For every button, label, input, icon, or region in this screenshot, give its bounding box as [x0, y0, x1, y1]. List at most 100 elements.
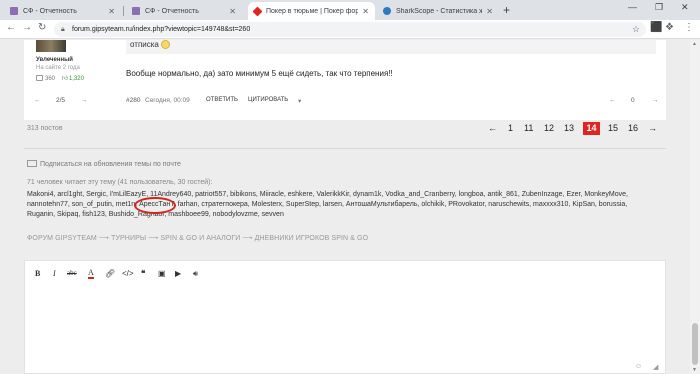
browser-window: СФ - Отчетность ✕ СФ - Отчетность ✕ Поке… [0, 0, 700, 374]
posts-icon [36, 75, 43, 82]
tab-1[interactable]: СФ - Отчетность ✕ [4, 2, 121, 20]
close-icon[interactable]: ✕ [108, 7, 115, 16]
page-indicator: 2/5 [56, 97, 66, 104]
subscribe-label: Подписаться на обновления темы по почте [40, 161, 181, 168]
browser-toolbar: ← → ↻ 🔒︎ forum.gipsyteam.ru/index.php?vi… [0, 20, 700, 39]
forward-icon[interactable]: → [22, 22, 32, 33]
quote-icon[interactable]: ❝ [141, 269, 145, 278]
bold-button[interactable]: B [35, 269, 40, 278]
scrollbar[interactable]: ▲ ▼ [690, 40, 700, 374]
menu-icon[interactable]: ⋮ [684, 22, 694, 33]
extension-icon[interactable]: ⬛ [650, 22, 662, 33]
close-icon[interactable]: ✕ [229, 7, 236, 16]
envelope-icon [27, 160, 37, 167]
subscribe-link[interactable]: Подписаться на обновления темы по почте [27, 160, 181, 168]
back-icon[interactable]: ← [6, 22, 16, 33]
next-post-icon[interactable]: → [81, 97, 88, 104]
close-window-icon[interactable]: ✕ [681, 2, 689, 13]
scroll-down-icon[interactable]: ▼ [692, 367, 697, 373]
pager-next-icon[interactable]: → [648, 123, 657, 133]
author-stats: 360 👍︎1,320 [36, 74, 84, 82]
tab-3-active[interactable]: Покер в тюрьме | Покер форум ✕ [248, 2, 375, 20]
pager-page[interactable]: 11 [524, 123, 533, 133]
emoji-icon[interactable]: ☺ [635, 363, 642, 370]
red-circle-annotation [134, 197, 176, 214]
page-content: Увлеченный На сайте 2 года 360 👍︎1,320 о… [0, 40, 690, 374]
prev-post-icon[interactable]: ← [34, 97, 41, 104]
tab-2[interactable]: СФ - Отчетность ✕ [126, 2, 242, 20]
breadcrumb-item[interactable]: ДНЕВНИКИ ИГРОКОВ SPIN & GO [255, 235, 369, 242]
pager-page[interactable]: 1 [508, 123, 513, 133]
users-line[interactable]: Makoni4, arcl1ght, Sergic, I'mLilEazyE, … [27, 190, 657, 200]
tab-title: СФ - Отчетность [145, 7, 199, 15]
strikethrough-button[interactable]: abc [67, 269, 77, 277]
minimize-icon[interactable]: — [628, 2, 637, 12]
star-icon[interactable]: ☆ [632, 22, 640, 37]
tab-title: СФ - Отчетность [23, 7, 77, 15]
breadcrumb-arrow-icon: ⟶ [98, 235, 112, 242]
scrollbar-thumb[interactable] [692, 323, 698, 365]
resize-icon[interactable]: ◢ [653, 363, 658, 371]
tab-strip: СФ - Отчетность ✕ СФ - Отчетность ✕ Поке… [0, 0, 700, 20]
post-actions-bar: ← 2/5 → #280 Сегодня, 00:09 ОТВЕТИТЬ ЦИТ… [24, 94, 666, 110]
tab-title: Покер в тюрьме | Покер форум [266, 7, 359, 15]
maximize-icon[interactable]: ❐ [655, 2, 663, 13]
tab-favicon-icon [252, 6, 263, 16]
image-icon[interactable]: ▣ [158, 269, 166, 278]
thumbs-up-icon: 👍︎ [61, 76, 68, 82]
post-text: Вообще нормально, да) зато минимум 5 ещё… [126, 69, 393, 78]
quote-button[interactable]: ЦИТИРОВАТЬ [248, 97, 288, 103]
tab-favicon-icon [132, 7, 140, 15]
like-icon[interactable]: → [652, 97, 659, 104]
online-users-list: Makoni4, arcl1ght, Sergic, I'mLilEazyE, … [27, 190, 657, 220]
author-likes: 1,320 [68, 76, 84, 82]
breadcrumb-arrow-icon: ⟶ [148, 235, 161, 242]
tab-title: SharkScope - Статистика живого [396, 7, 483, 15]
reload-icon[interactable]: ↻ [38, 22, 46, 33]
breadcrumb-item[interactable]: ФОРУМ GIPSYTEAM [27, 235, 97, 242]
more-icon[interactable]: ▾ [298, 97, 301, 105]
breadcrumb-arrow-icon: ⟶ [242, 235, 255, 242]
url-text: forum.gipsyteam.ru/index.php?viewtopic=1… [72, 26, 251, 33]
quote-text: отписка [130, 40, 159, 49]
posts-count: 313 постов [27, 125, 63, 132]
breadcrumb-item[interactable]: ТУРНИРЫ [111, 235, 146, 242]
scroll-up-icon[interactable]: ▲ [692, 41, 697, 47]
audio-icon[interactable]: 🔊︎ [193, 269, 198, 279]
code-icon[interactable]: </> [122, 269, 134, 278]
dislike-icon[interactable]: ← [609, 97, 616, 104]
video-icon[interactable]: ▶︎ [175, 269, 181, 278]
link-icon[interactable]: 🔗︎ [105, 269, 115, 278]
quote-block: отписка [126, 40, 656, 54]
reply-editor[interactable]: B I abc A 🔗︎ </> ❝ ▣ ▶︎ 🔊︎ ☺ ◢ [24, 260, 666, 374]
pager-page[interactable]: 15 [608, 123, 618, 133]
text-color-button[interactable]: A [88, 269, 94, 279]
breadcrumb: ФОРУМ GIPSYTEAM ⟶ ТУРНИРЫ ⟶ SPIN & GO И … [27, 234, 368, 242]
likes-count: 0 [631, 97, 635, 104]
author-status: Увлеченный [36, 57, 73, 63]
author-joined: На сайте 2 года [36, 65, 80, 71]
breadcrumb-item[interactable]: SPIN & GO И АНАЛОГИ [160, 235, 240, 242]
new-tab-icon[interactable]: + [503, 3, 510, 17]
pager-current-page: 14 [583, 122, 600, 135]
address-bar[interactable]: 🔒︎ forum.gipsyteam.ru/index.php?viewtopi… [54, 22, 646, 37]
close-icon[interactable]: ✕ [486, 7, 493, 16]
close-icon[interactable]: ✕ [362, 7, 369, 16]
avatar[interactable] [36, 40, 66, 52]
italic-button[interactable]: I [53, 269, 56, 278]
pager-page[interactable]: 13 [564, 123, 574, 133]
tab-4[interactable]: SharkScope - Статистика живого ✕ [377, 2, 499, 20]
extension-icon-2[interactable]: ❖ [665, 22, 674, 33]
post-number[interactable]: #280 [126, 97, 140, 104]
tab-favicon-icon [383, 7, 391, 15]
pager-page[interactable]: 12 [544, 123, 554, 133]
pager-prev-icon[interactable]: ← [488, 123, 497, 133]
forum-post: Увлеченный На сайте 2 года 360 👍︎1,320 о… [24, 40, 666, 120]
pager-page[interactable]: 16 [628, 123, 638, 133]
post-timestamp: Сегодня, 00:09 [145, 97, 190, 104]
divider [24, 148, 666, 149]
users-line[interactable]: Ruganin, Skipaq, fish123, Bushido_Ragnao… [27, 210, 657, 220]
users-line[interactable]: nannotehn77, son_of_putin, met1n, АрессТ… [27, 200, 657, 210]
reply-button[interactable]: ОТВЕТИТЬ [206, 97, 238, 103]
smile-icon [160, 40, 170, 49]
